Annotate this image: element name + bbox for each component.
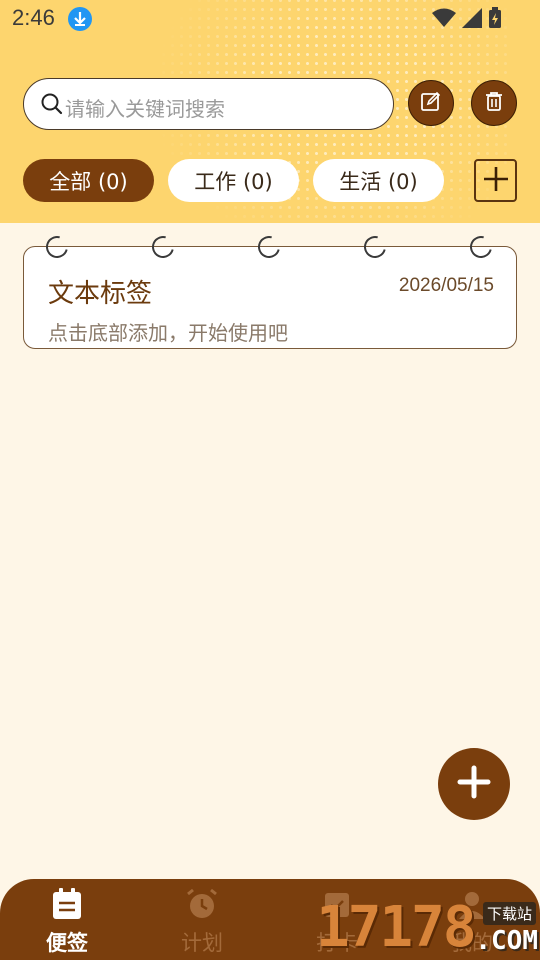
delete-button[interactable]: [471, 80, 517, 126]
note-card[interactable]: 文本标签 2026/05/15 点击底部添加，开始使用吧: [23, 246, 517, 349]
note-icon: [50, 887, 84, 925]
status-bar: 2:46: [0, 0, 540, 38]
note-date: 2026/05/15: [398, 275, 494, 296]
note-title: 文本标签: [48, 279, 153, 309]
tab-life[interactable]: 生活 (0): [313, 159, 444, 202]
download-icon: [68, 7, 92, 31]
battery-icon: [488, 7, 502, 33]
wifi-icon: [432, 8, 456, 32]
edit-icon: [420, 90, 442, 116]
edit-button[interactable]: [408, 80, 454, 126]
watermark-digits: 17178: [316, 895, 477, 960]
add-category-button[interactable]: [474, 159, 517, 202]
nav-label-plan: 计划: [181, 931, 223, 955]
nav-label-notes: 便签: [46, 931, 88, 955]
tab-all[interactable]: 全部 (0): [23, 159, 154, 202]
status-time: 2:46: [12, 5, 55, 30]
nav-item-plan[interactable]: 计划: [152, 887, 252, 957]
watermark-tag: 下载站: [482, 902, 536, 925]
signal-icon: [462, 8, 482, 32]
plus-icon: [481, 164, 511, 198]
nav-item-notes[interactable]: 便签: [17, 887, 117, 957]
watermark-logo: 17178 下载站 .COM: [316, 896, 540, 960]
plus-icon: [457, 765, 491, 803]
search-input[interactable]: 请输入关键词搜索: [23, 78, 394, 130]
alarm-icon: [185, 887, 219, 925]
watermark-suffix: .COM: [475, 926, 538, 956]
add-note-button[interactable]: [438, 748, 510, 820]
trash-icon: [483, 90, 505, 116]
tab-work[interactable]: 工作 (0): [168, 159, 299, 202]
note-body: 点击底部添加，开始使用吧: [48, 321, 288, 345]
search-placeholder: 请输入关键词搜索: [65, 97, 225, 121]
search-icon: [40, 92, 64, 120]
